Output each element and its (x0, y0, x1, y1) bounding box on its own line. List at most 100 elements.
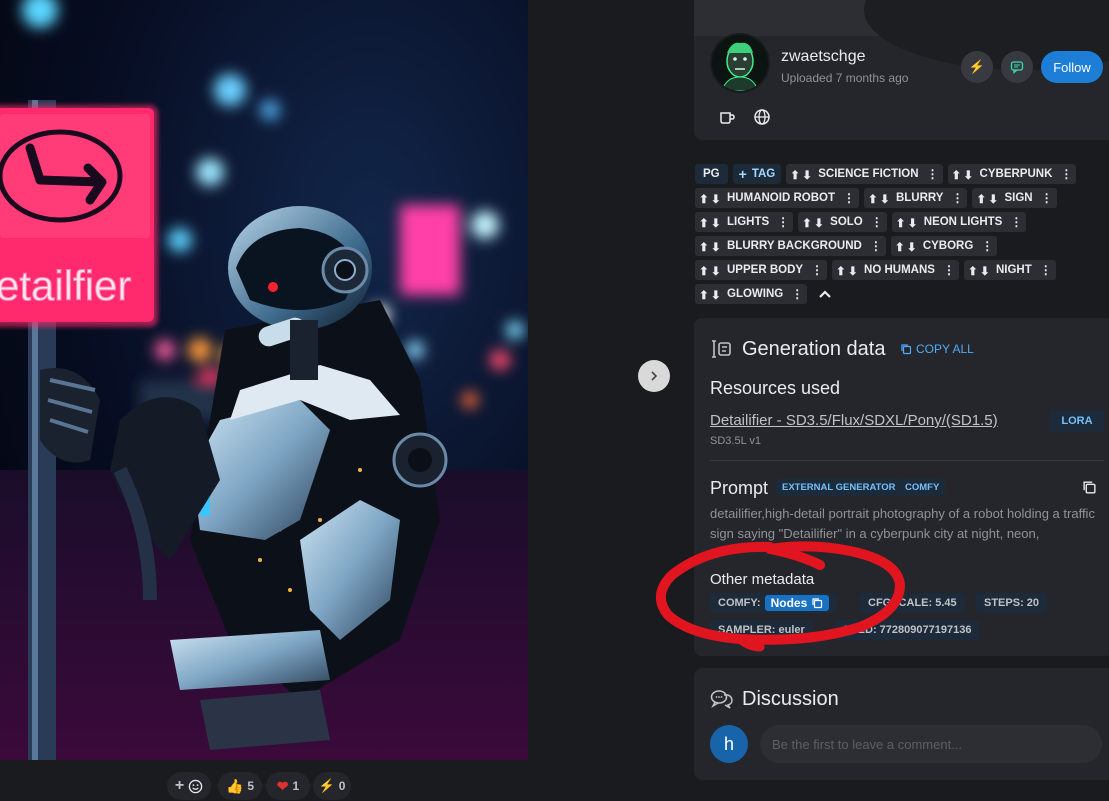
vote-arrows-icon[interactable]: ⬆ ⬇ (699, 288, 721, 302)
heart-reaction[interactable]: ❤ 1 (266, 772, 310, 800)
heart-icon: ❤ (276, 777, 289, 794)
website-link[interactable] (752, 107, 772, 127)
more-icon[interactable]: ⋮ (943, 263, 955, 277)
tag-item[interactable]: ⬆ ⬇ UPPER BODY ⋮ (695, 260, 828, 280)
tag-label: CYBERPUNK (979, 168, 1053, 180)
tag-item[interactable]: ⬆ ⬇ SOLO ⋮ (798, 212, 887, 232)
tag-label: SCIENCE FICTION (818, 168, 919, 180)
thumbs-up-icon: 👍 (225, 777, 244, 794)
more-icon[interactable]: ⋮ (1010, 215, 1022, 229)
tag-label: NEON LIGHTS (923, 216, 1003, 228)
tag-label: BLURRY (895, 192, 944, 204)
copy-icon (812, 598, 823, 609)
vote-arrows-icon[interactable]: ⬆ ⬇ (895, 240, 917, 254)
coffee-link[interactable] (717, 107, 737, 127)
comment-input[interactable] (760, 725, 1102, 763)
vote-arrows-icon[interactable]: ⬆ ⬇ (699, 192, 721, 206)
chevron-right-icon (651, 371, 658, 381)
profile-banner (694, 0, 1109, 70)
lightning-reaction[interactable]: ⚡ 0 (313, 772, 351, 800)
upload-time: Uploaded 7 months ago (781, 71, 909, 85)
discussion-card: Discussion h (694, 668, 1109, 780)
tag-item[interactable]: ⬆ ⬇ NO HUMANS ⋮ (832, 260, 959, 280)
image-side-gap (528, 0, 694, 801)
tag-item[interactable]: ⬆ ⬇ BLURRY ⋮ (863, 188, 968, 208)
lightning-count: 0 (338, 779, 346, 793)
smiley-add-icon (188, 779, 203, 793)
more-icon[interactable]: ⋮ (811, 263, 823, 277)
vote-arrows-icon[interactable]: ⬆ ⬇ (699, 216, 721, 230)
username[interactable]: zwaetschge (781, 48, 866, 66)
tag-item[interactable]: ⬆ ⬇ BLURRY BACKGROUND ⋮ (695, 236, 886, 256)
chat-bubbles-icon (710, 690, 733, 709)
plus-icon: + (738, 166, 747, 182)
avatar[interactable] (712, 35, 768, 91)
more-icon[interactable]: ⋮ (1060, 167, 1072, 181)
more-icon[interactable]: ⋮ (1040, 263, 1052, 277)
tip-button[interactable]: ⚡ (961, 51, 993, 83)
tag-item[interactable]: ⬆ ⬇ GLOWING ⋮ (695, 284, 808, 304)
message-button[interactable] (1001, 51, 1033, 83)
tag-label: UPPER BODY (727, 264, 804, 276)
more-icon[interactable]: ⋮ (870, 239, 882, 253)
tag-item[interactable]: ⬆ ⬇ NEON LIGHTS ⋮ (891, 212, 1027, 232)
copy-all-button[interactable]: COPY ALL (900, 342, 974, 356)
vote-arrows-icon[interactable]: ⬆ ⬇ (968, 264, 990, 278)
resource-link[interactable]: Detailifier - SD3.5/Flux/SDXL/Pony/(SD1.… (710, 412, 998, 429)
vote-arrows-icon[interactable]: ⬆ ⬇ (868, 192, 890, 206)
tag-item[interactable]: ⬆ ⬇ SCIENCE FICTION ⋮ (786, 164, 943, 184)
copy-nodes-button[interactable]: Nodes (764, 595, 830, 611)
vote-arrows-icon[interactable]: ⬆ ⬇ (836, 264, 858, 278)
chevron-up-icon (819, 290, 831, 298)
tag-item[interactable]: ⬆ ⬇ SIGN ⋮ (972, 188, 1057, 208)
copy-prompt-button[interactable] (1082, 480, 1097, 500)
vote-arrows-icon[interactable]: ⬆ ⬇ (896, 216, 918, 230)
add-tag-label: TAG (751, 168, 776, 180)
more-icon[interactable]: ⋮ (791, 287, 803, 301)
more-icon[interactable]: ⋮ (843, 191, 855, 205)
vote-arrows-icon[interactable]: ⬆ ⬇ (790, 168, 812, 182)
tag-item[interactable]: ⬆ ⬇ CYBORG ⋮ (890, 236, 998, 256)
coffee-icon (720, 112, 735, 124)
more-icon[interactable]: ⋮ (927, 167, 939, 181)
vote-arrows-icon[interactable]: ⬆ ⬇ (976, 192, 998, 206)
creator-card: zwaetschge Uploaded 7 months ago ⚡ Follo… (694, 0, 1109, 140)
robot-neon-sign-image: etailfier (0, 0, 528, 760)
lightning-icon: ⚡ (968, 59, 986, 74)
copy-icon (1083, 481, 1096, 494)
vote-arrows-icon[interactable]: ⬆ ⬇ (699, 264, 721, 278)
vote-arrows-icon[interactable]: ⬆ ⬇ (802, 216, 824, 230)
tag-item[interactable]: ⬆ ⬇ LIGHTS ⋮ (695, 212, 794, 232)
generation-title: Generation data (742, 338, 886, 360)
current-user-avatar[interactable]: h (710, 725, 748, 763)
generation-icon (712, 340, 731, 358)
more-icon[interactable]: ⋮ (777, 215, 789, 229)
heart-count: 1 (292, 779, 300, 793)
more-icon[interactable]: ⋮ (981, 239, 993, 253)
tag-item[interactable]: ⬆ ⬇ NIGHT ⋮ (963, 260, 1056, 280)
tag-item[interactable]: ⬆ ⬇ CYBERPUNK ⋮ (947, 164, 1077, 184)
vote-arrows-icon[interactable]: ⬆ ⬇ (699, 240, 721, 254)
comfy-badge: COMFY (899, 479, 946, 496)
next-image-button[interactable] (638, 360, 670, 392)
rating-badge[interactable]: PG (695, 164, 728, 184)
tag-label: SOLO (830, 216, 863, 228)
sampler-badge: SAMPLER: euler (710, 620, 813, 640)
reactions-bar: + 👍 5 ❤ 1 ⚡ 0 (0, 760, 528, 801)
tag-item[interactable]: ⬆ ⬇ HUMANOID ROBOT ⋮ (695, 188, 859, 208)
tag-label: HUMANOID ROBOT (727, 192, 835, 204)
comfy-meta-label: COMFY: (718, 597, 761, 609)
steps-badge: STEPS: 20 (976, 593, 1048, 613)
prompt-text: detailifier,high-detail portrait photogr… (710, 506, 1095, 541)
generation-data-card: Generation data COPY ALL Resources used … (694, 318, 1109, 656)
more-icon[interactable]: ⋮ (951, 191, 963, 205)
vote-arrows-icon[interactable]: ⬆ ⬇ (952, 168, 974, 182)
add-reaction-button[interactable]: + (167, 772, 211, 800)
add-tag-button[interactable]: + TAG (732, 164, 782, 184)
post-image[interactable]: etailfier (0, 0, 528, 760)
collapse-tags-button[interactable] (812, 284, 838, 304)
thumbs-up-reaction[interactable]: 👍 5 (218, 772, 262, 800)
more-icon[interactable]: ⋮ (1041, 191, 1053, 205)
follow-button[interactable]: Follow (1041, 51, 1103, 83)
more-icon[interactable]: ⋮ (871, 215, 883, 229)
